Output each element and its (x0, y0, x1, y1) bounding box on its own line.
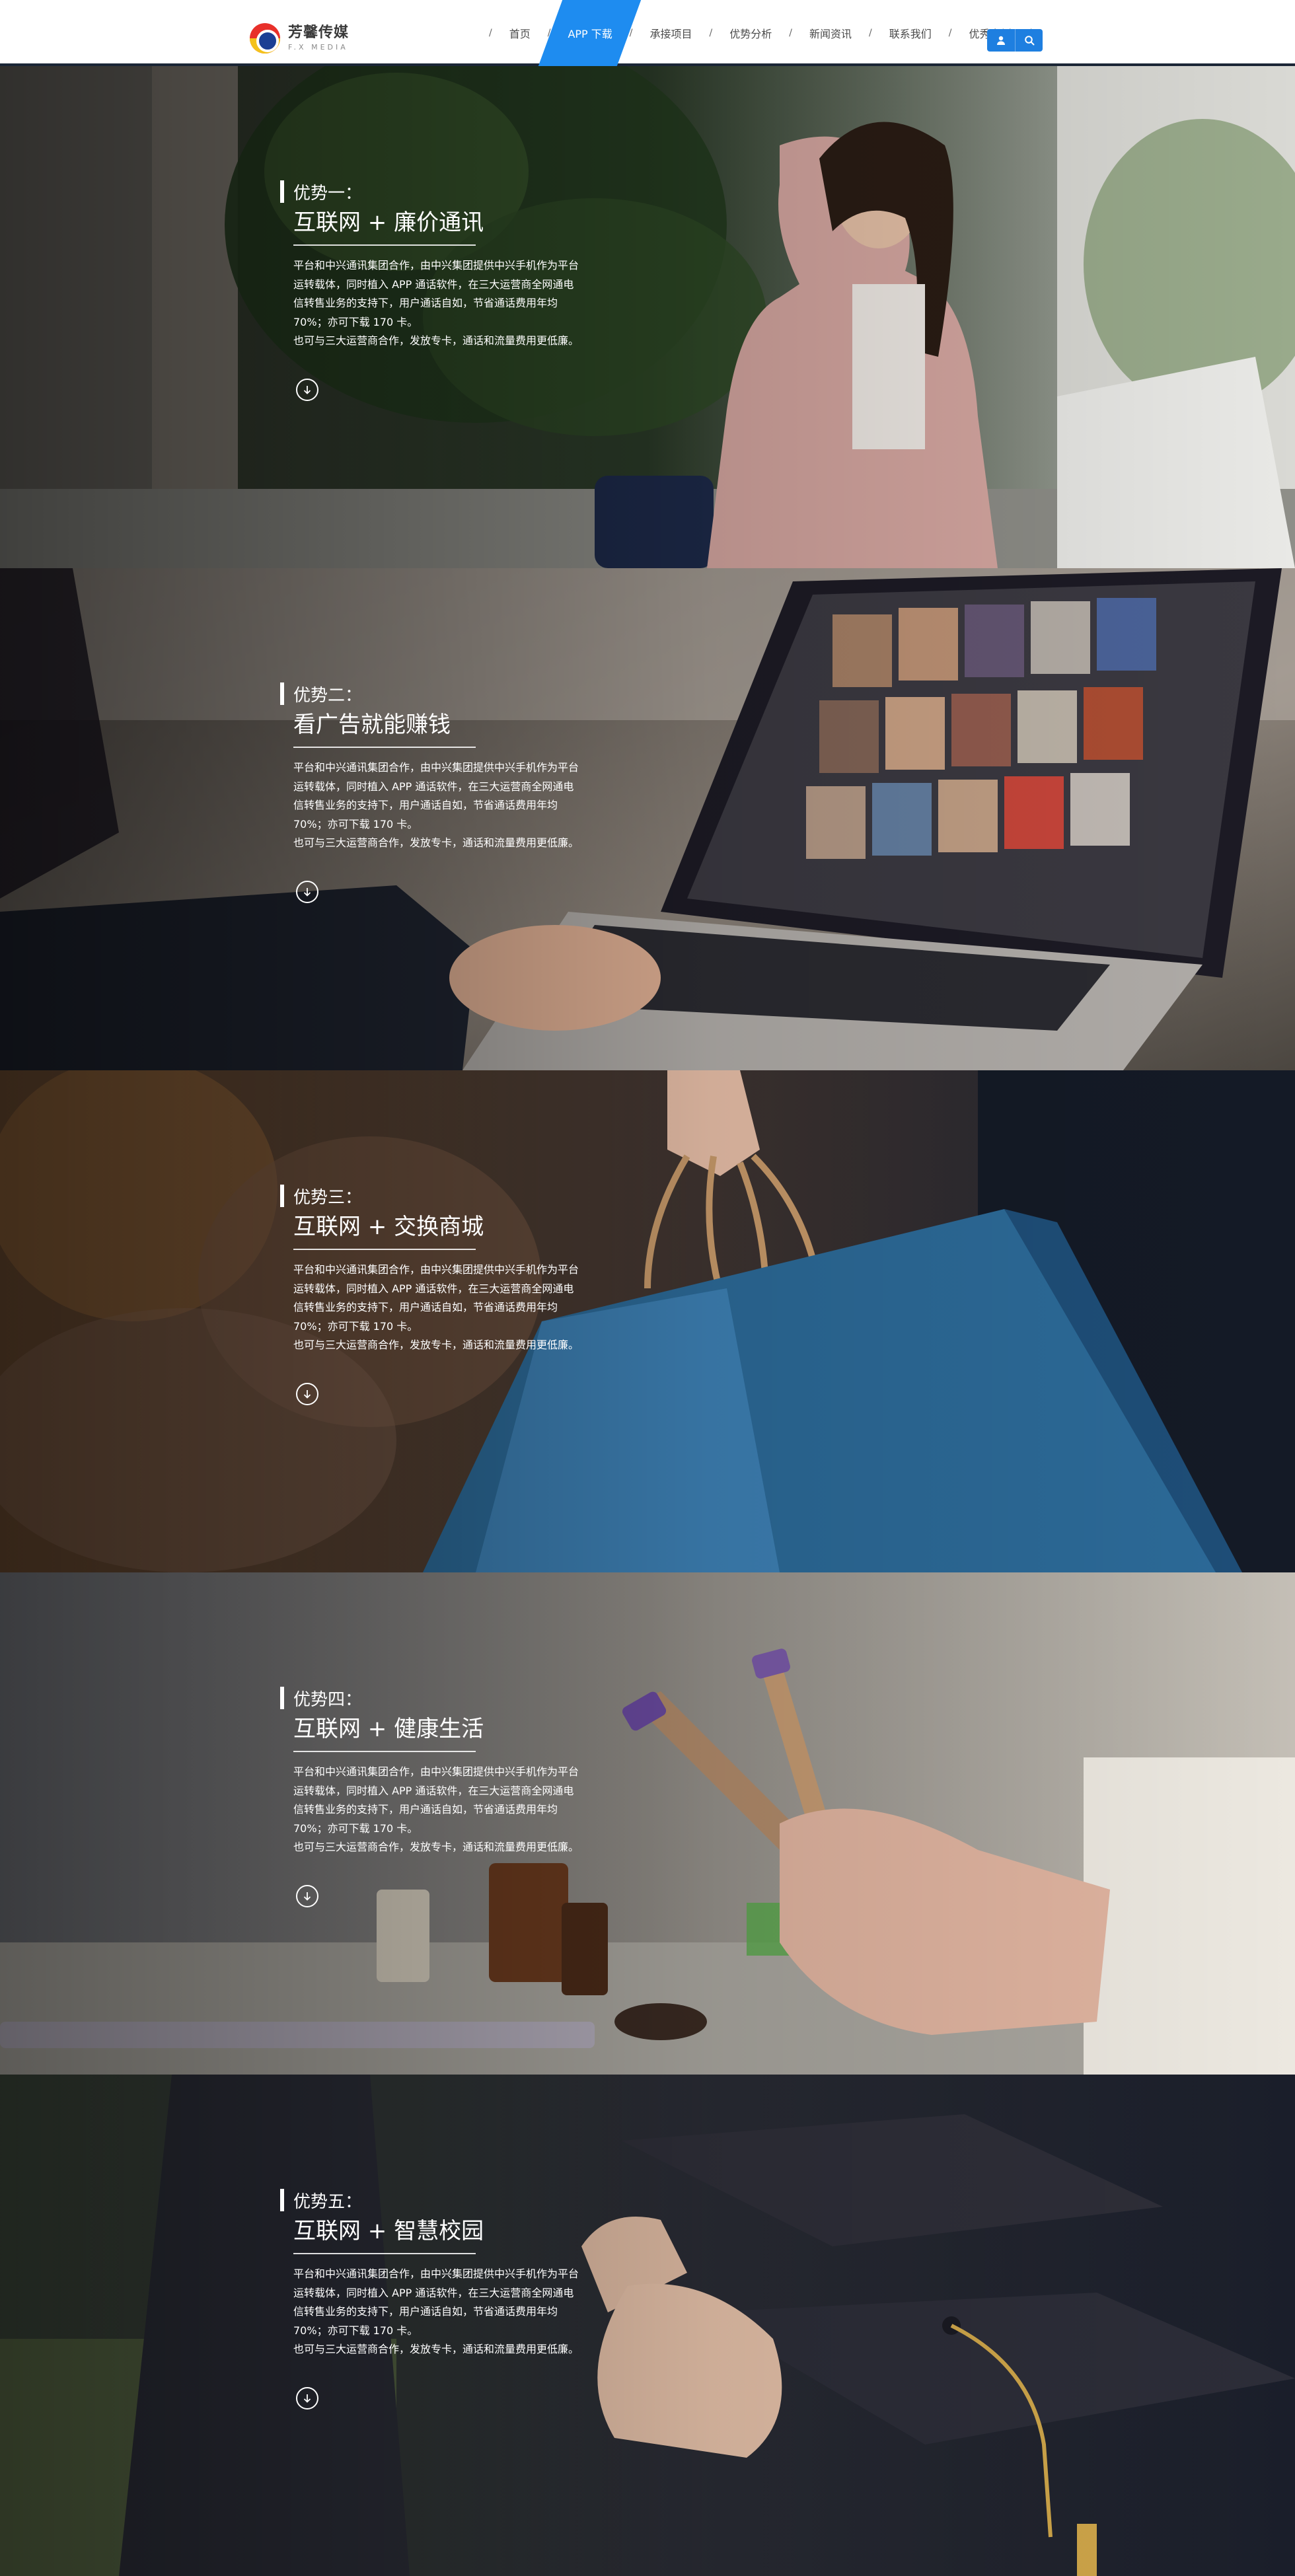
description-line: 也可与三大运营商合作，发放专卡，通话和流量费用更低廉。 (293, 1841, 579, 1853)
main-nav: / 首页 / APP 下载 / 承接项目 / 优势分析 / 新闻资讯 / 联系我… (489, 0, 1031, 66)
section-5-background (0, 2075, 1295, 2576)
section-4-title: 互联网 + 健康生活 (293, 1716, 484, 1742)
section-3-content: 优势三： 互联网 + 交换商城 平台和中兴通讯集团合作，由中兴集团提供中兴手机作… (280, 1184, 624, 1405)
description-line: 信转售业务的支持下，用户通话自如，节省通话费用年均 (293, 799, 558, 811)
title-underline (293, 747, 476, 748)
section-2-content: 优势二： 看广告就能赚钱 平台和中兴通讯集团合作，由中兴集团提供中兴手机作为平台… (280, 682, 624, 903)
description-line: 信转售业务的支持下，用户通话自如，节省通话费用年均 (293, 297, 558, 309)
description-line: 运转载体，同时植入 APP 通话软件，在三大运营商全网通电 (293, 277, 574, 291)
site-header: 芳馨传媒 F.X MEDIA / 首页 / APP 下载 / 承接项目 / 优势… (0, 0, 1295, 66)
section-2-description: 平台和中兴通讯集团合作，由中兴集团提供中兴手机作为平台 运转载体，同时植入 AP… (293, 758, 610, 853)
nav-item-contact[interactable]: 联系我们 (872, 0, 949, 66)
description-line: 70%；亦可下载 170 卡。 (293, 817, 418, 830)
search-icon (1024, 36, 1034, 46)
scroll-down-button[interactable] (296, 880, 318, 903)
description-line: 运转载体，同时植入 APP 通话软件，在三大运营商全网通电 (293, 1784, 574, 1797)
logo[interactable]: 芳馨传媒 F.X MEDIA (250, 22, 349, 54)
arrow-down-circle-icon (303, 2394, 311, 2403)
section-5-title: 互联网 + 智慧校园 (293, 2218, 484, 2244)
nav-item-home[interactable]: 首页 (492, 0, 548, 66)
section-2-label: 优势二： (293, 685, 363, 706)
section-3-label: 优势三： (293, 1187, 363, 1208)
description-line: 运转载体，同时植入 APP 通话软件，在三大运营商全网通电 (293, 780, 574, 793)
section-2-label-row: 优势二： (280, 682, 624, 706)
description-line: 信转售业务的支持下，用户通话自如，节省通话费用年均 (293, 1803, 558, 1816)
section-1-content: 优势一： 互联网 + 廉价通讯 平台和中兴通讯集团合作，由中兴集团提供中兴手机作… (280, 180, 624, 401)
section-4-label: 优势四： (293, 1689, 363, 1710)
title-underline (293, 1249, 476, 1250)
description-line: 70%；亦可下载 170 卡。 (293, 1822, 418, 1835)
section-2-title: 看广告就能赚钱 (293, 712, 451, 738)
advantage-section-2: 优势二： 看广告就能赚钱 平台和中兴通讯集团合作，由中兴集团提供中兴手机作为平台… (0, 568, 1295, 1070)
section-3-background (0, 1070, 1295, 1572)
label-bar (280, 682, 284, 705)
title-underline (293, 244, 476, 246)
arrow-down-circle-icon (303, 887, 311, 897)
section-3-description: 平台和中兴通讯集团合作，由中兴集团提供中兴手机作为平台 运转载体，同时植入 AP… (293, 1261, 610, 1355)
description-line: 也可与三大运营商合作，发放专卡，通话和流量费用更低廉。 (293, 1339, 579, 1351)
label-bar (280, 1185, 284, 1207)
description-line: 平台和中兴通讯集团合作，由中兴集团提供中兴手机作为平台 (293, 2267, 579, 2280)
scroll-down-button[interactable] (296, 2386, 318, 2410)
description-line: 信转售业务的支持下，用户通话自如，节省通话费用年均 (293, 1301, 558, 1313)
logo-name: 芳馨传媒 (288, 24, 350, 41)
scroll-down-button[interactable] (296, 1382, 318, 1405)
description-line: 也可与三大运营商合作，发放专卡，通话和流量费用更低廉。 (293, 334, 579, 347)
user-icon (997, 36, 1005, 45)
logo-mark-icon (250, 23, 280, 54)
label-bar (280, 2189, 284, 2211)
label-bar (280, 180, 284, 203)
section-5-description: 平台和中兴通讯集团合作，由中兴集团提供中兴手机作为平台 运转载体，同时植入 AP… (293, 2265, 610, 2359)
section-2-background (0, 568, 1295, 1070)
section-1-title: 互联网 + 廉价通讯 (293, 209, 484, 236)
section-4-background (0, 1572, 1295, 2075)
description-line: 也可与三大运营商合作，发放专卡，通话和流量费用更低廉。 (293, 2343, 579, 2355)
description-line: 信转售业务的支持下，用户通话自如，节省通话费用年均 (293, 2305, 558, 2318)
advantage-section-4: 优势四： 互联网 + 健康生活 平台和中兴通讯集团合作，由中兴集团提供中兴手机作… (0, 1572, 1295, 2075)
description-line: 平台和中兴通讯集团合作，由中兴集团提供中兴手机作为平台 (293, 1263, 579, 1276)
description-line: 运转载体，同时植入 APP 通话软件，在三大运营商全网通电 (293, 1282, 574, 1295)
section-1-description: 平台和中兴通讯集团合作，由中兴集团提供中兴手机作为平台 运转载体，同时植入 AP… (293, 256, 610, 351)
logo-text: 芳馨传媒 F.X MEDIA (288, 24, 350, 52)
nav-item-news[interactable]: 新闻资讯 (792, 0, 869, 66)
arrow-down-circle-icon (303, 1892, 311, 1901)
section-5-content: 优势五： 互联网 + 智慧校园 平台和中兴通讯集团合作，由中兴集团提供中兴手机作… (280, 2188, 624, 2410)
nav-item-advantages[interactable]: 优势分析 (712, 0, 789, 66)
section-4-label-row: 优势四： (280, 1686, 624, 1710)
description-line: 70%；亦可下载 170 卡。 (293, 1319, 418, 1333)
section-3-label-row: 优势三： (280, 1184, 624, 1208)
description-line: 平台和中兴通讯集团合作，由中兴集团提供中兴手机作为平台 (293, 259, 579, 272)
description-line: 平台和中兴通讯集团合作，由中兴集团提供中兴手机作为平台 (293, 1765, 579, 1778)
scroll-down-button[interactable] (296, 378, 318, 401)
advantage-section-5: 优势五： 互联网 + 智慧校园 平台和中兴通讯集团合作，由中兴集团提供中兴手机作… (0, 2075, 1295, 2576)
search-button[interactable] (1015, 29, 1043, 52)
scroll-down-button[interactable] (296, 1884, 318, 1907)
user-button[interactable] (987, 29, 1015, 52)
nav-item-projects[interactable]: 承接项目 (633, 0, 710, 66)
arrow-down-circle-icon (303, 1389, 311, 1399)
description-line: 70%；亦可下载 170 卡。 (293, 2324, 418, 2337)
advantage-section-1: 优势一： 互联网 + 廉价通讯 平台和中兴通讯集团合作，由中兴集团提供中兴手机作… (0, 66, 1295, 568)
section-1-background (0, 66, 1295, 568)
section-1-label-row: 优势一： (280, 180, 624, 203)
arrow-down-circle-icon (303, 385, 311, 394)
description-line: 运转载体，同时植入 APP 通话软件，在三大运营商全网通电 (293, 2286, 574, 2299)
section-3-title: 互联网 + 交换商城 (293, 1214, 484, 1240)
title-underline (293, 1751, 476, 1752)
advantage-section-3: 优势三： 互联网 + 交换商城 平台和中兴通讯集团合作，由中兴集团提供中兴手机作… (0, 1070, 1295, 1572)
title-underline (293, 2253, 476, 2254)
section-5-label-row: 优势五： (280, 2188, 624, 2212)
description-line: 也可与三大运营商合作，发放专卡，通话和流量费用更低廉。 (293, 836, 579, 849)
section-1-label: 优势一： (293, 183, 363, 203)
logo-tagline: F.X MEDIA (288, 43, 348, 52)
description-line: 70%；亦可下载 170 卡。 (293, 315, 418, 328)
label-bar (280, 1687, 284, 1709)
section-4-content: 优势四： 互联网 + 健康生活 平台和中兴通讯集团合作，由中兴集团提供中兴手机作… (280, 1686, 624, 1907)
section-4-description: 平台和中兴通讯集团合作，由中兴集团提供中兴手机作为平台 运转载体，同时植入 AP… (293, 1763, 610, 1857)
section-5-label: 优势五： (293, 2191, 363, 2212)
header-tools (987, 29, 1043, 52)
nav-item-app-download[interactable]: APP 下载 (550, 0, 629, 66)
description-line: 平台和中兴通讯集团合作，由中兴集团提供中兴手机作为平台 (293, 761, 579, 774)
